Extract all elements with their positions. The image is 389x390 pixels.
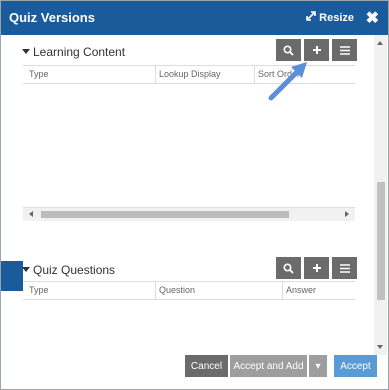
- hamburger-menu-icon: [339, 45, 350, 55]
- column-divider[interactable]: [282, 282, 283, 299]
- cancel-button[interactable]: Cancel: [185, 355, 228, 377]
- quiz-questions-grid: Type Question Answer: [23, 281, 355, 300]
- scroll-right-icon[interactable]: [345, 211, 349, 217]
- column-divider[interactable]: [155, 66, 156, 83]
- accept-and-add-button[interactable]: Accept and Add: [230, 355, 307, 377]
- quiz-questions-add-button[interactable]: [304, 257, 329, 279]
- dialog-titlebar[interactable]: Quiz Versions Resize ✖: [1, 1, 388, 35]
- column-header-answer[interactable]: Answer: [286, 285, 316, 295]
- quiz-questions-toolbar: [276, 257, 357, 279]
- column-divider[interactable]: [155, 282, 156, 299]
- column-header-type[interactable]: Type: [29, 69, 49, 79]
- scrollbar-thumb[interactable]: [377, 182, 385, 300]
- section-title-learning-content: Learning Content: [33, 45, 126, 59]
- search-icon: [283, 44, 294, 56]
- quiz-questions-menu-button[interactable]: [332, 257, 357, 279]
- column-header-type[interactable]: Type: [29, 285, 49, 295]
- learning-content-menu-button[interactable]: [332, 39, 357, 61]
- horizontal-scrollbar[interactable]: [23, 207, 355, 221]
- plus-icon: [312, 264, 321, 272]
- accept-button[interactable]: Accept: [334, 355, 377, 377]
- scroll-left-icon[interactable]: [29, 211, 33, 217]
- column-divider[interactable]: [254, 66, 255, 83]
- annotation-arrow-icon: [268, 62, 307, 101]
- dialog-title: Quiz Versions: [9, 10, 95, 25]
- hamburger-menu-icon: [339, 263, 350, 273]
- column-header-lookup-display[interactable]: Lookup Display: [159, 69, 221, 79]
- resize-icon: [306, 11, 316, 24]
- learning-content-header: Learning Content: [1, 39, 373, 63]
- scroll-down-icon[interactable]: [377, 345, 383, 349]
- close-icon[interactable]: ✖: [366, 8, 379, 28]
- grid-header: Type Question Answer: [23, 281, 355, 300]
- scroll-up-icon[interactable]: [377, 41, 383, 45]
- dialog-footer: Cancel Accept and Add ▾ Accept: [1, 355, 388, 389]
- resize-label: Resize: [319, 11, 354, 24]
- vertical-scrollbar[interactable]: [374, 35, 387, 355]
- scrollbar-thumb[interactable]: [41, 211, 289, 218]
- accept-and-add-dropdown-button[interactable]: ▾: [309, 355, 327, 377]
- plus-icon: [312, 46, 321, 54]
- quiz-questions-search-button[interactable]: [276, 257, 301, 279]
- quiz-versions-dialog: Quiz Versions Resize ✖ Learning Content: [0, 0, 389, 390]
- dialog-content[interactable]: Learning Content Type Lookup Display Sor…: [1, 35, 373, 355]
- section-title-quiz-questions: Quiz Questions: [33, 263, 116, 277]
- resize-button[interactable]: Resize: [306, 11, 354, 24]
- search-icon: [283, 262, 294, 274]
- column-header-question[interactable]: Question: [159, 285, 195, 295]
- quiz-questions-header: Quiz Questions: [1, 257, 373, 281]
